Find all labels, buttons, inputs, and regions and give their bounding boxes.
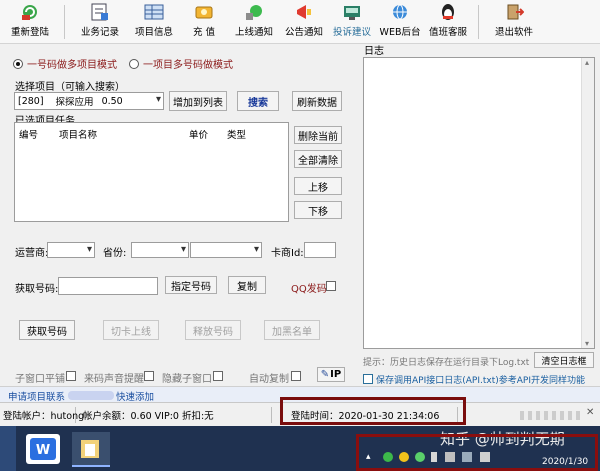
svg-text:W: W [36,443,50,458]
customer-service-button[interactable]: 值班客服 [426,2,470,42]
blurred-contact [68,391,114,400]
recharge-button[interactable]: 充 值 [186,2,222,42]
refresh-data-button[interactable]: 刷新数据 [292,91,342,111]
log-hint: 提示：历史日志保存在运行目录下Log.txt [363,358,530,368]
copy-button[interactable]: 复制 [228,276,266,294]
radio-unselected-icon [129,58,139,69]
save-api-log-checkbox[interactable] [363,374,373,384]
task-app-icon[interactable] [72,432,110,467]
feedback-icon [341,2,363,22]
column-header-name: 项目名称 [59,130,98,141]
city-select[interactable] [190,242,262,258]
blurred-status [520,411,580,420]
qq-tray-icon[interactable] [399,452,409,462]
radio-selected-icon [13,58,23,69]
blacklist-button[interactable]: 加黑名单 [264,320,320,340]
status-balance: 帐户余额：0.60 VIP:0 折扣:无 [80,407,272,423]
incoming-sound-checkbox[interactable] [144,371,154,381]
tile-windows-label: 子窗口平铺 [15,374,65,385]
mode-radio-one-number[interactable]: 一号码做多项目模式 [13,56,117,71]
relogin-button[interactable]: 重新登陆 [8,2,52,42]
volume-tray-icon[interactable] [462,452,472,462]
close-icon[interactable]: ✕ [586,407,594,418]
log-panel: 日志 ▴ ▾ 提示：历史日志保存在运行目录下Log.txt 清空日志框 保存调用… [360,40,600,386]
clear-all-button[interactable]: 全部清除 [294,150,342,168]
announcement-button[interactable]: 公告通知 [282,2,326,42]
hide-subwindow-label: 隐藏子窗口 [162,374,212,385]
log-title: 日志 [364,46,384,57]
incoming-sound-label: 来码声音提醒 [84,374,144,385]
auto-copy-label: 自动复制 [249,374,289,385]
qq-code-label: QQ发码 [291,284,327,295]
status-account: 登陆帐户：hutong [0,407,84,423]
pencil-icon: ✎ [320,369,330,380]
number-input[interactable] [58,277,158,295]
mode-radio-one-project[interactable]: 一项目多号码做模式 [129,56,233,71]
switch-online-button[interactable]: 切卡上线 [103,320,159,340]
clear-log-button[interactable]: 清空日志框 [534,352,594,368]
tray-expand-icon[interactable]: ▴ [366,452,376,462]
scroll-up-icon[interactable]: ▴ [585,58,589,67]
move-up-button[interactable]: 上移 [294,177,342,195]
release-number-button[interactable]: 释放号码 [185,320,241,340]
apply-project-text: 申请项目联系 [8,392,66,403]
exit-icon [503,2,525,22]
column-header-id: 编号 [19,130,39,141]
wechat-tray-icon[interactable] [383,452,393,462]
qq-code-checkbox[interactable] [326,281,336,291]
auto-copy-checkbox[interactable] [291,371,301,381]
relogin-icon [19,2,41,22]
province-label: 省份: [103,248,127,259]
business-record-button[interactable]: 业务记录 [78,2,122,42]
column-header-price: 单价 [189,130,209,141]
quick-add-text: 快速添加 [116,392,155,403]
delete-current-button[interactable]: 删除当前 [294,126,342,144]
battery-tray-icon[interactable] [480,452,490,462]
specify-number-button[interactable]: 指定号码 [165,276,217,294]
ip-button[interactable]: ✎ IP [317,367,345,382]
tile-windows-checkbox[interactable] [66,371,76,381]
column-header-type: 类型 [227,130,247,141]
green-tray-icon[interactable] [415,452,425,462]
network-tray-icon[interactable] [445,452,455,462]
flag-tray-icon[interactable] [431,452,437,462]
announcement-icon [293,2,315,22]
project-select[interactable]: [280] 探探应用 0.50 [14,92,164,110]
province-select[interactable] [131,242,189,258]
carrier-label: 运营商: [15,248,49,259]
start-button[interactable] [0,426,16,471]
tray-highlight [356,434,598,471]
hide-subwindow-checkbox[interactable] [213,371,223,381]
recharge-icon [193,2,215,22]
move-down-button[interactable]: 下移 [294,201,342,219]
add-to-list-button[interactable]: 增加到列表 [169,91,227,111]
feedback-button[interactable]: 投诉建议 [330,2,374,42]
scroll-down-icon[interactable]: ▾ [585,339,589,348]
record-icon [89,2,111,22]
exit-button[interactable]: 退出软件 [492,2,536,42]
web-admin-button[interactable]: WEB后台 [380,2,420,42]
log-scrollbar[interactable]: ▴ ▾ [581,58,594,348]
project-select-label: 选择项目（可输入搜索） [15,82,125,93]
online-notice-icon [243,2,265,22]
log-textarea[interactable]: ▴ ▾ [363,57,595,349]
login-time-highlight [280,397,466,425]
customer-service-icon [437,2,459,22]
card-vendor-input[interactable] [304,242,336,258]
search-button[interactable]: 搜索 [237,91,279,111]
carrier-select[interactable] [47,242,95,258]
project-info-icon [143,2,165,22]
project-info-button[interactable]: 项目信息 [132,2,176,42]
task-list[interactable]: 编号 项目名称 单价 类型 [14,122,289,222]
card-vendor-label: 卡商Id: [271,248,304,259]
control-panel: 一号码做多项目模式 一项目多号码做模式 选择项目（可输入搜索） [280] 探探… [7,50,355,386]
web-admin-icon [389,2,411,22]
save-api-log-label: 保存调用API接口日志(API.txt)参考API开发同样功能 [376,376,585,386]
toolbar: 重新登陆 业务记录 项目信息 充 值 上线通知 公告通知 投诉建议 WEB后台 … [0,0,600,44]
get-number-button[interactable]: 获取号码 [19,320,75,340]
wps-app-icon[interactable]: W [26,434,60,464]
online-notice-button[interactable]: 上线通知 [232,2,276,42]
number-label: 获取号码: [15,284,59,295]
